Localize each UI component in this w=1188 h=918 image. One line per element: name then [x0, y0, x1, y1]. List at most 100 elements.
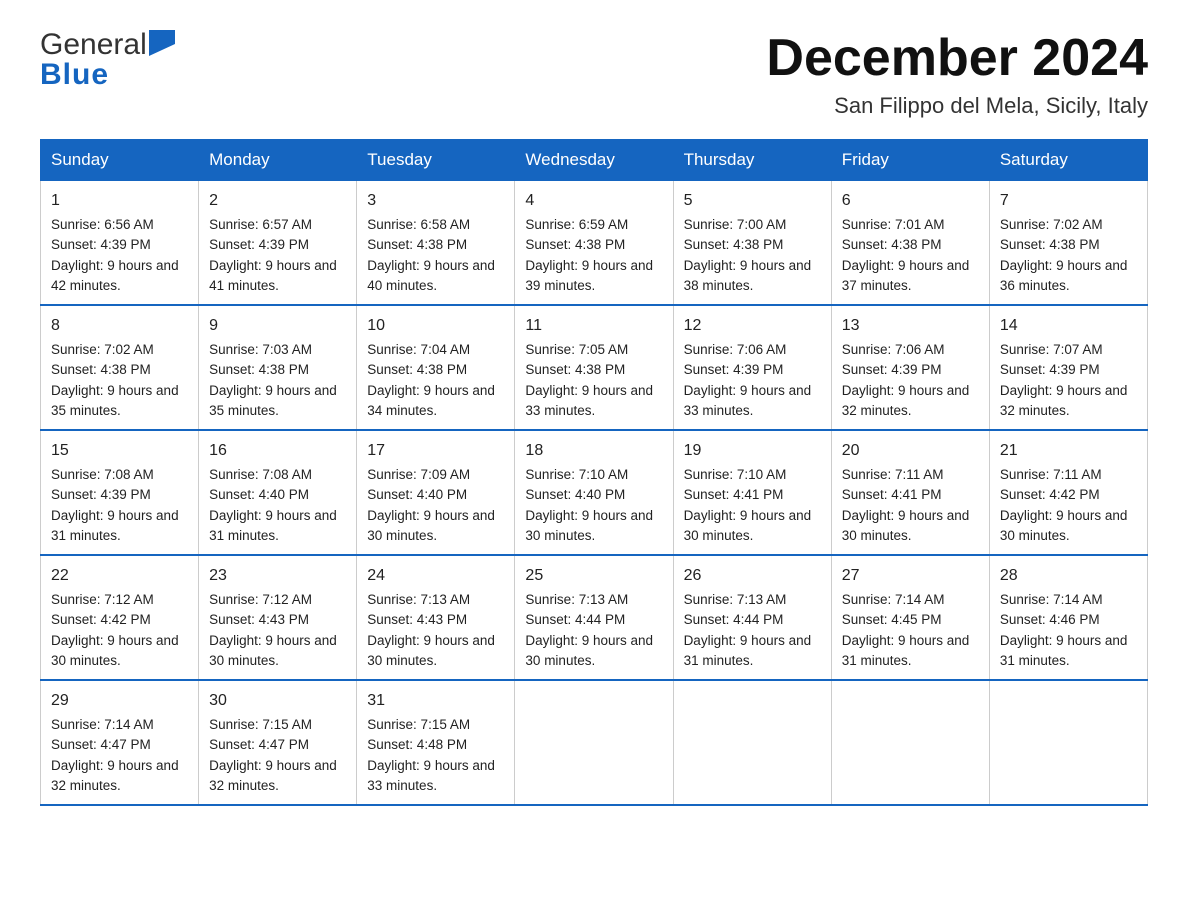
day-number: 25 — [525, 564, 662, 588]
calendar-cell: 7 Sunrise: 7:02 AM Sunset: 4:38 PM Daylight… — [989, 181, 1147, 306]
calendar-cell — [831, 680, 989, 805]
day-number: 17 — [367, 439, 504, 463]
calendar-cell: 9Sunrise: 7:03 AMSunset: 4:38 PMDaylight… — [199, 305, 357, 430]
day-header-tuesday: Tuesday — [357, 140, 515, 181]
day-header-thursday: Thursday — [673, 140, 831, 181]
calendar-cell: 14Sunrise: 7:07 AMSunset: 4:39 PMDayligh… — [989, 305, 1147, 430]
daylight-text: Daylight: 9 hours and 32 minutes. — [209, 758, 337, 793]
calendar-cell: 6Sunrise: 7:01 AMSunset: 4:38 PMDaylight… — [831, 181, 989, 306]
calendar-cell: 29Sunrise: 7:14 AMSunset: 4:47 PMDayligh… — [41, 680, 199, 805]
day-number: 30 — [209, 689, 346, 713]
day-number: 7 — [1000, 189, 1137, 213]
day-number: 21 — [1000, 439, 1137, 463]
calendar-cell — [989, 680, 1147, 805]
daylight-text: Daylight: 9 hours and 38 minutes. — [684, 258, 812, 293]
day-number: 2 — [209, 189, 346, 213]
calendar-cell: 16Sunrise: 7:08 AMSunset: 4:40 PMDayligh… — [199, 430, 357, 555]
sunset-text: Sunset: 4:38 PM — [842, 237, 942, 252]
daylight-text: Daylight: 9 hours and 31 minutes. — [209, 508, 337, 543]
calendar-week-row: 8 Sunrise: 7:02 AM Sunset: 4:38 PM Daylight… — [41, 305, 1148, 430]
sunset-text: Sunset: 4:39 PM — [684, 362, 784, 377]
day-header-wednesday: Wednesday — [515, 140, 673, 181]
sunrise-text: Sunrise: 7:15 AM — [367, 717, 470, 732]
calendar-cell: 23Sunrise: 7:12 AMSunset: 4:43 PMDayligh… — [199, 555, 357, 680]
sunrise-text: Sunrise: 6:57 AM — [209, 217, 312, 232]
sunset-text: Sunset: 4:46 PM — [1000, 612, 1100, 627]
calendar-cell: 21Sunrise: 7:11 AMSunset: 4:42 PMDayligh… — [989, 430, 1147, 555]
daylight-text: Daylight: 9 hours and 33 minutes. — [367, 758, 495, 793]
day-number: 8 — [51, 314, 188, 338]
calendar-cell: 4Sunrise: 6:59 AMSunset: 4:38 PMDaylight… — [515, 181, 673, 306]
sunrise-text: Sunrise: 7:08 AM — [51, 467, 154, 482]
sunrise-text: Sunrise: 7:04 AM — [367, 342, 470, 357]
sunrise-text: Sunrise: 7:14 AM — [1000, 592, 1103, 607]
calendar-week-row: 29Sunrise: 7:14 AMSunset: 4:47 PMDayligh… — [41, 680, 1148, 805]
daylight-text: Daylight: 9 hours and 30 minutes. — [51, 633, 179, 668]
daylight-text: Daylight: 9 hours and 33 minutes. — [525, 383, 653, 418]
day-number: 14 — [1000, 314, 1137, 338]
day-number: 29 — [51, 689, 188, 713]
day-number: 27 — [842, 564, 979, 588]
sunset-text: Sunset: 4:41 PM — [842, 487, 942, 502]
sunset-text: Sunset: 4:40 PM — [525, 487, 625, 502]
day-number: 1 — [51, 189, 188, 213]
sunrise-text: Sunrise: 6:59 AM — [525, 217, 628, 232]
calendar-cell: 2Sunrise: 6:57 AMSunset: 4:39 PMDaylight… — [199, 181, 357, 306]
logo-general: General — [40, 30, 147, 60]
daylight-text: Daylight: 9 hours and 36 minutes. — [1000, 258, 1128, 293]
calendar-cell: 5Sunrise: 7:00 AMSunset: 4:38 PMDaylight… — [673, 181, 831, 306]
day-header-monday: Monday — [199, 140, 357, 181]
daylight-text: Daylight: 9 hours and 32 minutes. — [1000, 383, 1128, 418]
sunrise-text: Sunrise: 7:11 AM — [842, 467, 944, 482]
calendar-cell: 30Sunrise: 7:15 AMSunset: 4:47 PMDayligh… — [199, 680, 357, 805]
daylight-text: Daylight: 9 hours and 34 minutes. — [367, 383, 495, 418]
daylight-text: Daylight: 9 hours and 41 minutes. — [209, 258, 337, 293]
daylight-text: Daylight: 9 hours and 40 minutes. — [367, 258, 495, 293]
sunset-text: Sunset: 4:38 PM — [1000, 237, 1100, 252]
sunrise-text: Sunrise: 6:58 AM — [367, 217, 470, 232]
daylight-text: Daylight: 9 hours and 31 minutes. — [51, 508, 179, 543]
sunset-text: Sunset: 4:42 PM — [51, 612, 151, 627]
calendar-cell: 24Sunrise: 7:13 AMSunset: 4:43 PMDayligh… — [357, 555, 515, 680]
sunset-text: Sunset: 4:38 PM — [209, 362, 309, 377]
sunset-text: Sunset: 4:39 PM — [1000, 362, 1100, 377]
sunset-text: Sunset: 4:44 PM — [525, 612, 625, 627]
day-number: 28 — [1000, 564, 1137, 588]
daylight-text: Daylight: 9 hours and 30 minutes. — [367, 508, 495, 543]
calendar-cell — [515, 680, 673, 805]
sunset-text: Sunset: 4:47 PM — [209, 737, 309, 752]
day-number: 19 — [684, 439, 821, 463]
daylight-text: Daylight: 9 hours and 31 minutes. — [684, 633, 812, 668]
day-number: 24 — [367, 564, 504, 588]
sunrise-text: Sunrise: 7:08 AM — [209, 467, 312, 482]
sunrise-text: Sunrise: 7:02 AM — [51, 342, 154, 357]
calendar-cell: 17Sunrise: 7:09 AMSunset: 4:40 PMDayligh… — [357, 430, 515, 555]
logo-flag-icon — [149, 30, 175, 56]
sunset-text: Sunset: 4:40 PM — [209, 487, 309, 502]
calendar-week-row: 15Sunrise: 7:08 AMSunset: 4:39 PMDayligh… — [41, 430, 1148, 555]
daylight-text: Daylight: 9 hours and 35 minutes. — [209, 383, 337, 418]
daylight-text: Daylight: 9 hours and 30 minutes. — [525, 633, 653, 668]
calendar-cell: 8Sunrise: 7:02 AMSunset: 4:38 PMDaylight… — [41, 305, 199, 430]
month-title: December 2024 — [766, 30, 1148, 87]
sunset-text: Sunset: 4:47 PM — [51, 737, 151, 752]
daylight-text: Daylight: 9 hours and 30 minutes. — [525, 508, 653, 543]
daylight-text: Daylight: 9 hours and 35 minutes. — [51, 383, 179, 418]
calendar-cell: 31Sunrise: 7:15 AMSunset: 4:48 PMDayligh… — [357, 680, 515, 805]
sunrise-text: Sunrise: 7:12 AM — [51, 592, 154, 607]
sunset-text: Sunset: 4:39 PM — [51, 487, 151, 502]
day-number: 12 — [684, 314, 821, 338]
day-number: 9 — [209, 314, 346, 338]
daylight-text: Daylight: 9 hours and 30 minutes. — [1000, 508, 1128, 543]
sunset-text: Sunset: 4:42 PM — [1000, 487, 1100, 502]
day-number: 18 — [525, 439, 662, 463]
sunset-text: Sunset: 4:38 PM — [525, 362, 625, 377]
calendar-cell — [673, 680, 831, 805]
sunset-text: Sunset: 4:38 PM — [525, 237, 625, 252]
sunrise-text: Sunrise: 7:02 AM — [1000, 217, 1103, 232]
daylight-text: Daylight: 9 hours and 31 minutes. — [842, 633, 970, 668]
calendar-cell: 26Sunrise: 7:13 AMSunset: 4:44 PMDayligh… — [673, 555, 831, 680]
sunrise-text: Sunrise: 7:14 AM — [842, 592, 945, 607]
calendar-cell: 18Sunrise: 7:10 AMSunset: 4:40 PMDayligh… — [515, 430, 673, 555]
sunrise-text: Sunrise: 7:09 AM — [367, 467, 470, 482]
